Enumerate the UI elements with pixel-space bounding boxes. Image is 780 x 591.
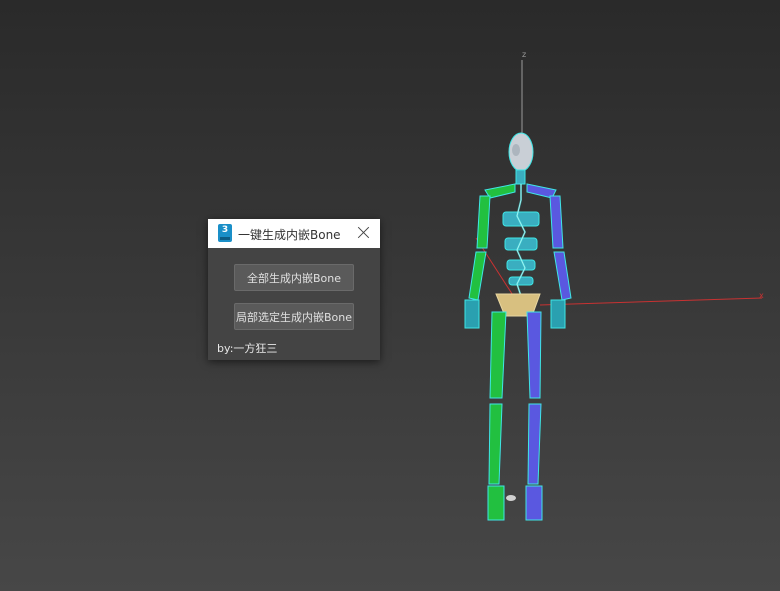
x-axis (539, 297, 763, 306)
generate-bone-dialog: 3 一键生成内嵌Bone 全部生成内嵌Bone 局部选定生成内嵌Bone by:… (208, 219, 380, 360)
z-axis-label: z (522, 50, 527, 59)
dialog-title: 一键生成内嵌Bone (238, 228, 341, 242)
left-thigh (489, 311, 507, 399)
left-shin (488, 403, 503, 485)
left-hand (464, 299, 480, 329)
right-thigh (526, 311, 542, 399)
author-credit: by:一方狂三 (217, 342, 278, 355)
right-forearm (553, 251, 572, 301)
right-hand (550, 299, 566, 329)
neck (515, 169, 526, 185)
left-forearm (468, 251, 487, 301)
x-axis-label: x (759, 291, 764, 300)
right-foot (525, 485, 543, 521)
scene-canvas[interactable] (0, 0, 780, 591)
3d-viewport[interactable]: z x (0, 0, 780, 591)
right-shin (527, 403, 542, 485)
right-upper-arm (549, 195, 564, 249)
dialog-titlebar[interactable]: 3 一键生成内嵌Bone (208, 219, 380, 248)
spine-3 (506, 259, 536, 271)
left-foot (487, 485, 505, 521)
3dsmax-app-icon: 3 (218, 224, 232, 242)
close-icon[interactable] (356, 224, 372, 240)
left-upper-arm (476, 195, 491, 249)
pivot-marker (506, 495, 516, 501)
generate-all-bone-button[interactable]: 全部生成内嵌Bone (234, 264, 354, 291)
generate-selected-bone-button[interactable]: 局部选定生成内嵌Bone (234, 303, 354, 330)
